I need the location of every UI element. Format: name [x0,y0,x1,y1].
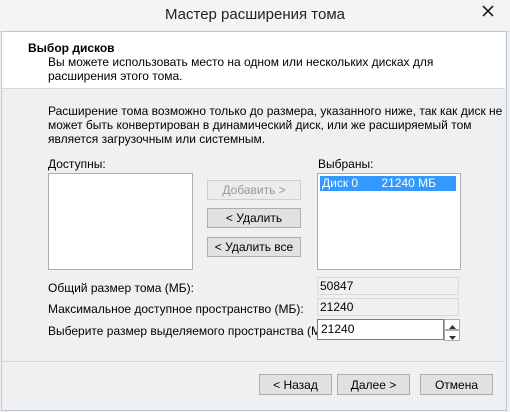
select-size-label: Выберите размер выделяемого пространства… [48,324,337,338]
select-size-input[interactable]: 21240 [317,319,444,340]
footer-divider [2,361,505,362]
selected-disk-name: Диск 0 [322,176,359,190]
remove-button[interactable]: < Удалить [207,208,301,228]
info-text: Расширение тома возможно только до разме… [48,104,503,146]
total-size-value: 50847 [317,277,459,295]
spin-down-button[interactable] [444,330,460,341]
available-label: Доступны: [48,157,106,171]
available-disks-list[interactable] [48,173,193,270]
list-item[interactable]: Диск 0 21240 МБ [320,176,456,191]
close-button[interactable] [466,0,510,22]
selected-disk-size: 21240 МБ [381,176,437,190]
back-button[interactable]: < Назад [259,374,332,395]
close-icon [482,5,494,17]
add-button[interactable]: Добавить > [207,180,301,200]
chevron-down-icon [448,329,456,343]
remove-all-button[interactable]: < Удалить все [207,237,301,257]
selected-label: Выбраны: [318,157,374,171]
cancel-button[interactable]: Отмена [420,374,493,395]
window-title: Мастер расширения тома [165,6,345,23]
next-button[interactable]: Далее > [337,374,410,395]
page-subtitle: Вы можете использовать место на одном ил… [48,55,434,83]
page-title: Выбор дисков [28,41,115,55]
total-size-label: Общий размер тома (МБ): [48,281,194,295]
max-space-label: Максимальное доступное пространство (МБ)… [48,302,304,316]
max-space-value: 21240 [317,298,459,316]
